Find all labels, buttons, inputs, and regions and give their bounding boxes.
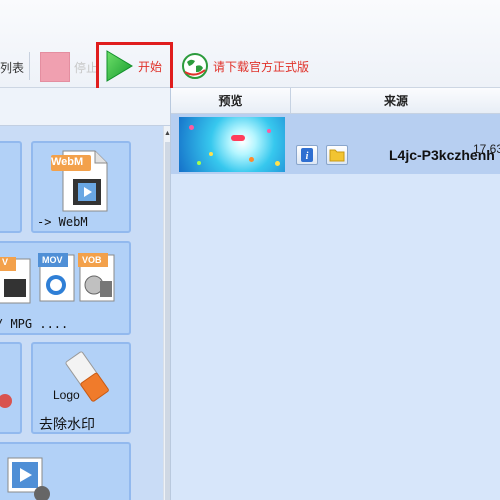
tool-tile-partial-2[interactable] (0, 342, 22, 434)
confetti-dot (275, 161, 280, 166)
v-badge: V (2, 257, 9, 267)
download-label: 请下载官方正式版 (213, 59, 310, 74)
mpg-tool-label: / MPG .... (0, 317, 69, 331)
confetti-dot (231, 135, 245, 141)
tools-scrollbar[interactable]: ▲ (163, 126, 171, 500)
confetti-dot (209, 152, 213, 156)
logo-text: Logo (53, 388, 80, 402)
video-icon (7, 457, 50, 500)
file-list-panel: 预览 来源 i L4jc-P3kczhenh 17.63M (170, 88, 500, 500)
download-official-button[interactable]: 请下载官方正式版 (181, 52, 309, 80)
tools-grid: WebM -> WebM V MOV VOB / MPG .... Logo 去… (0, 126, 163, 500)
column-header-preview[interactable]: 预览 (171, 88, 291, 114)
tool-remove-watermark[interactable]: Logo 去除水印 (31, 342, 131, 434)
folder-icon (329, 149, 345, 162)
webm-tool-label: -> WebM (37, 215, 88, 229)
toolbar: 列表 停止 开始 请下载官方正式版 (0, 0, 500, 93)
start-highlight-box (96, 42, 173, 93)
stop-button[interactable]: 停止 (40, 52, 98, 82)
toolbar-separator (29, 52, 30, 80)
info-button[interactable]: i (296, 145, 318, 165)
vob-badge: VOB (82, 255, 102, 265)
webm-badge: WebM (51, 156, 84, 168)
file-size: 17.63M (473, 142, 500, 156)
stop-label: 停止 (74, 60, 99, 75)
confetti-dot (189, 125, 194, 130)
tool-video-partial[interactable] (0, 442, 131, 500)
open-folder-button[interactable] (326, 145, 348, 165)
info-icon: i (301, 148, 313, 162)
file-row[interactable]: i L4jc-P3kczhenh 17.63M (171, 114, 500, 174)
tool-webm[interactable]: WebM -> WebM (31, 141, 131, 233)
confetti-dot (249, 157, 254, 162)
column-header-source[interactable]: 来源 (291, 88, 500, 114)
confetti-dot (197, 161, 201, 165)
mov-badge: MOV (42, 255, 63, 265)
list-label[interactable]: 列表 (0, 59, 24, 76)
tools-panel-header (0, 88, 170, 126)
confetti-dot (267, 129, 271, 133)
tool-mpg[interactable]: V MOV VOB / MPG .... (0, 241, 131, 335)
red-shape-icon (0, 394, 12, 408)
globe-icon (182, 53, 208, 79)
stop-icon (40, 52, 70, 82)
watermark-tool-label: 去除水印 (39, 416, 95, 432)
video-thumbnail (179, 117, 285, 172)
tool-tile-partial[interactable] (0, 141, 22, 233)
svg-text:i: i (306, 151, 309, 162)
tools-panel: WebM -> WebM V MOV VOB / MPG .... Logo 去… (0, 88, 171, 500)
